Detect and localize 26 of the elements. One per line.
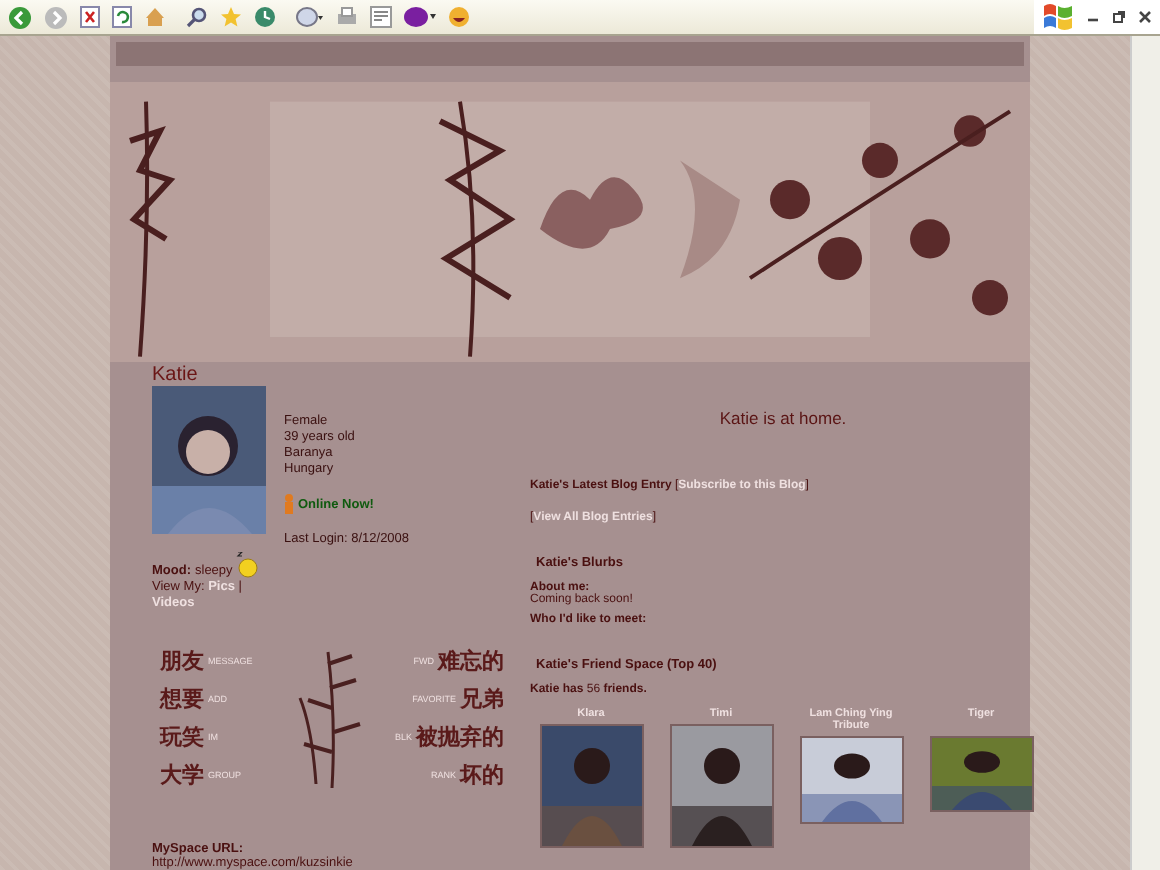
refresh-icon[interactable] xyxy=(112,6,132,28)
chinese-label: 玩笑 xyxy=(160,722,204,752)
close-icon[interactable] xyxy=(1138,10,1152,24)
smiley-icon[interactable] xyxy=(448,6,470,28)
stop-icon[interactable] xyxy=(80,6,100,28)
print-icon[interactable] xyxy=(336,6,358,28)
search-icon[interactable] xyxy=(186,6,208,28)
chinese-label: 大学 xyxy=(160,760,204,790)
edit-icon[interactable] xyxy=(370,6,392,28)
home-icon[interactable] xyxy=(144,6,166,28)
profile-name: Katie xyxy=(152,364,200,386)
chinese-label: 被抛弃的 xyxy=(416,722,504,752)
chinese-label: 坏的 xyxy=(460,760,504,790)
chinese-label: 兄弟 xyxy=(460,684,504,714)
restore-icon[interactable] xyxy=(1112,10,1126,24)
status-heading: Katie is at home. xyxy=(717,408,849,428)
history-icon[interactable] xyxy=(254,6,276,28)
chinese-label: 难忘的 xyxy=(438,646,504,676)
chinese-label: 朋友 xyxy=(160,646,204,676)
sleepy-smiley-icon xyxy=(236,552,259,578)
scrollbar[interactable] xyxy=(1130,36,1160,870)
star-icon[interactable] xyxy=(220,6,242,28)
back-icon[interactable] xyxy=(8,5,32,29)
windows-logo-icon xyxy=(1042,2,1074,32)
chinese-label: 想要 xyxy=(160,684,204,714)
person-icon xyxy=(284,494,294,514)
